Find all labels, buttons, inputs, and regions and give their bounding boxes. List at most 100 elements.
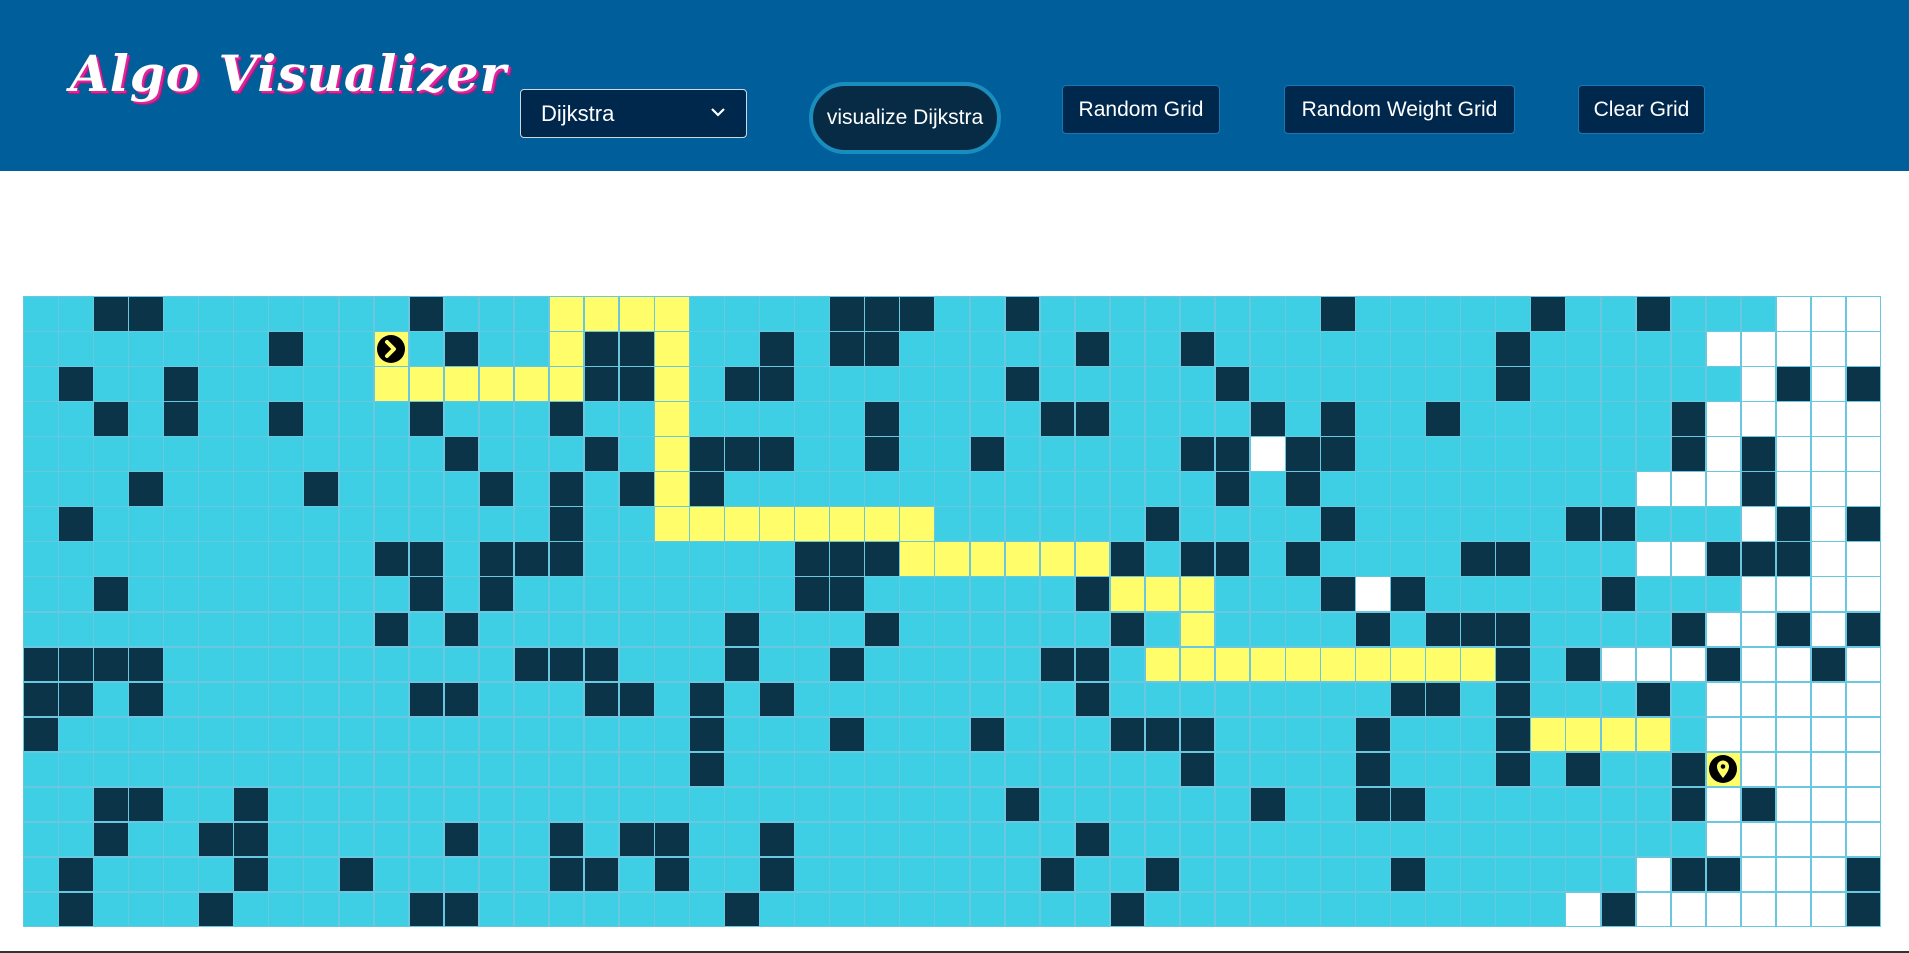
grid-cell-path[interactable] [583,296,620,332]
grid-cell-visited[interactable] [1004,506,1041,542]
grid-cell-wall[interactable] [689,751,725,788]
grid-cell-visited[interactable] [513,331,550,367]
grid-cell-wall[interactable] [1320,506,1356,542]
grid-cell-visited[interactable] [829,401,865,437]
grid-cell-visited[interactable] [724,331,760,367]
grid-cell-visited[interactable] [1285,401,1321,437]
grid-cell-unvisited[interactable] [1635,891,1672,928]
grid-cell-wall[interactable] [1109,716,1146,753]
grid-cell-visited[interactable] [1144,541,1181,577]
grid-cell-visited[interactable] [1074,366,1111,402]
grid-cell-visited[interactable] [163,891,199,928]
grid-cell-visited[interactable] [268,646,304,683]
grid-cell-visited[interactable] [1460,506,1496,542]
grid-cell-visited[interactable] [1635,751,1672,788]
grid-cell-visited[interactable] [1074,471,1111,507]
grid-cell-wall[interactable] [689,436,725,472]
grid-cell-visited[interactable] [864,751,900,788]
grid-cell-visited[interactable] [724,681,760,718]
grid-cell-wall[interactable] [58,681,94,718]
grid-cell-visited[interactable] [93,751,129,788]
grid-cell-unvisited[interactable] [1775,786,1812,823]
grid-cell-wall[interactable] [548,821,585,858]
grid-cell-unvisited[interactable] [1775,646,1812,683]
grid-cell-wall[interactable] [373,611,410,648]
grid-cell-visited[interactable] [513,751,550,788]
grid-cell-wall[interactable] [548,856,585,893]
grid-cell-wall[interactable] [233,786,269,823]
grid-cell-visited[interactable] [198,856,234,893]
grid-cell-visited[interactable] [58,436,94,472]
grid-cell-visited[interactable] [1530,436,1566,472]
grid-cell-visited[interactable] [198,646,234,683]
grid-cell-wall[interactable] [1144,506,1181,542]
grid-cell-wall[interactable] [1039,646,1076,683]
grid-cell-path[interactable] [1460,646,1496,683]
grid-cell-visited[interactable] [618,786,655,823]
grid-cell-visited[interactable] [1249,751,1286,788]
grid-cell-visited[interactable] [1495,576,1531,612]
grid-cell-visited[interactable] [478,611,515,648]
grid-cell-visited[interactable] [934,786,971,823]
grid-cell-path[interactable] [1600,716,1637,753]
grid-cell-wall[interactable] [1004,366,1041,402]
grid-cell-unvisited[interactable] [1845,786,1882,823]
grid-cell-visited[interactable] [899,646,935,683]
grid-cell-visited[interactable] [618,751,655,788]
grid-cell-unvisited[interactable] [1810,436,1847,472]
grid-cell-visited[interactable] [1460,366,1496,402]
grid-cell-visited[interactable] [233,576,269,612]
grid-cell-visited[interactable] [618,891,655,928]
grid-cell-wall[interactable] [408,401,445,437]
grid-cell-unvisited[interactable] [1705,891,1742,928]
grid-cell-wall[interactable] [443,611,480,648]
grid-cell-visited[interactable] [1249,891,1286,928]
grid-cell-visited[interactable] [128,401,164,437]
grid-cell-visited[interactable] [268,541,304,577]
grid-cell-wall[interactable] [1074,646,1111,683]
grid-cell-visited[interactable] [513,891,550,928]
grid-cell-visited[interactable] [899,856,935,893]
grid-cell-visited[interactable] [1460,856,1496,893]
grid-cell-visited[interactable] [1355,296,1391,332]
grid-cell-wall[interactable] [724,891,760,928]
grid-cell-visited[interactable] [303,751,339,788]
grid-cell-visited[interactable] [583,506,620,542]
grid-cell-visited[interactable] [338,751,375,788]
grid-cell-visited[interactable] [654,681,690,718]
grid-cell-wall[interactable] [618,681,655,718]
grid-cell-path[interactable] [1390,646,1426,683]
grid-cell-unvisited[interactable] [1705,681,1742,718]
grid-cell-visited[interactable] [1530,646,1566,683]
grid-cell-visited[interactable] [1004,576,1041,612]
grid-cell-visited[interactable] [1670,366,1707,402]
grid-cell-visited[interactable] [934,646,971,683]
grid-cell-wall[interactable] [759,681,795,718]
grid-cell-wall[interactable] [1285,541,1321,577]
grid-cell-visited[interactable] [1495,821,1531,858]
grid-cell-visited[interactable] [1004,401,1041,437]
grid-cell-unvisited[interactable] [1670,471,1707,507]
grid-cell-unvisited[interactable] [1810,576,1847,612]
grid-cell-visited[interactable] [1004,751,1041,788]
grid-cell-wall[interactable] [1670,436,1707,472]
grid-cell-visited[interactable] [969,891,1006,928]
grid-cell-visited[interactable] [864,646,900,683]
grid-cell-visited[interactable] [1390,821,1426,858]
grid-cell-visited[interactable] [618,401,655,437]
grid-cell-wall[interactable] [1179,751,1216,788]
grid-cell-visited[interactable] [618,856,655,893]
grid-cell-path[interactable] [1425,646,1461,683]
grid-cell-visited[interactable] [233,716,269,753]
grid-cell-unvisited[interactable] [1740,366,1777,402]
grid-cell-visited[interactable] [163,296,199,332]
grid-cell-wall[interactable] [1214,471,1251,507]
grid-cell-visited[interactable] [1249,856,1286,893]
grid-cell-visited[interactable] [583,471,620,507]
grid-cell-visited[interactable] [1425,366,1461,402]
grid-cell-wall[interactable] [829,296,865,332]
grid-cell-visited[interactable] [303,401,339,437]
grid-cell-wall[interactable] [303,471,339,507]
grid-cell-wall[interactable] [548,401,585,437]
grid-cell-wall[interactable] [1565,751,1602,788]
